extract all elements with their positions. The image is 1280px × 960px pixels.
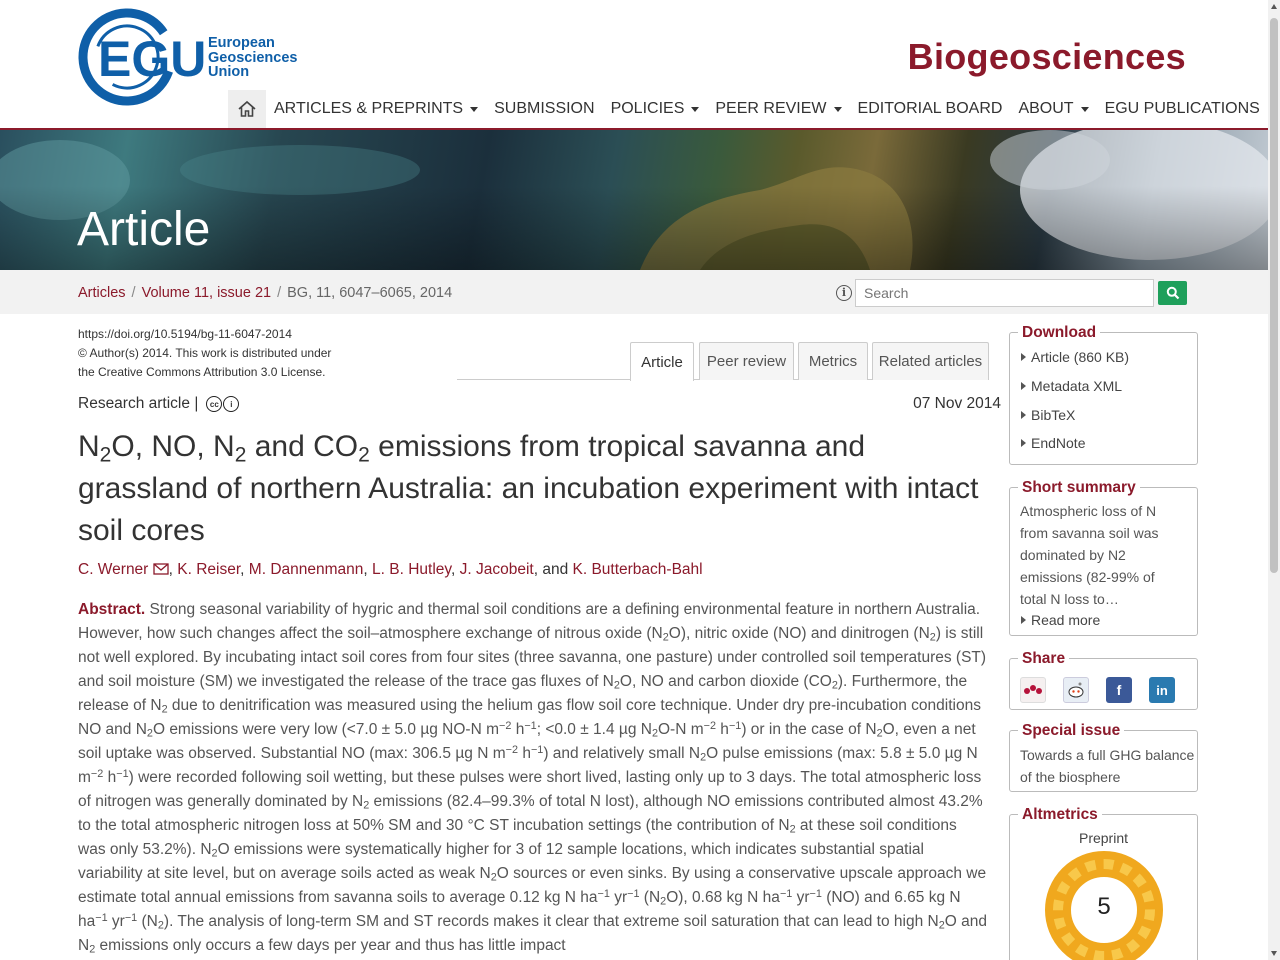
home-button[interactable] — [228, 90, 266, 128]
article-type: Research article | cc i — [78, 395, 240, 413]
caret-down-icon — [470, 106, 479, 112]
altmetric-score: 5 — [1097, 893, 1111, 920]
article-title: N2O, NO, N2 and CO2 emissions from tropi… — [78, 430, 979, 547]
caret-down-icon — [833, 106, 842, 112]
short-summary-heading: Short summary — [1018, 479, 1140, 497]
author-link[interactable]: K. Reiser — [177, 561, 240, 578]
tab-related-articles[interactable]: Related articles — [872, 342, 989, 380]
egu-logo-text: European Geosciences Union — [208, 35, 298, 80]
download-metadata-xml-link[interactable]: Metadata XML — [1021, 378, 1122, 394]
scroll-up-arrow-icon[interactable] — [1271, 4, 1277, 9]
read-more-link[interactable]: Read more — [1021, 612, 1100, 628]
author-link[interactable]: K. Butterbach-Bahl — [573, 561, 703, 578]
download-endnote-link[interactable]: EndNote — [1021, 435, 1085, 451]
main-nav: ARTICLES & PREPRINTS SUBMISSION POLICIES… — [228, 90, 1280, 128]
altmetrics-label: Preprint — [1078, 830, 1129, 846]
article-meta: https://doi.org/10.5194/bg-11-6047-2014 … — [78, 325, 331, 382]
license-text[interactable]: the Creative Commons Attribution 3.0 Lic… — [78, 363, 331, 382]
cc-license-icon[interactable]: cc i — [206, 396, 240, 412]
abstract: Abstract. Strong seasonal variability of… — [78, 601, 987, 956]
scroll-down-arrow-icon[interactable] — [1271, 951, 1277, 956]
home-icon — [238, 100, 256, 117]
search-button[interactable] — [1158, 281, 1187, 305]
special-issue-box: Special issue Towards a full GHG balance… — [1009, 722, 1198, 792]
nav-submission[interactable]: SUBMISSION — [486, 100, 602, 118]
caret-down-icon — [691, 106, 700, 112]
author-list: C. Werner , K. Reiser, M. Dannenmann, L.… — [78, 561, 703, 578]
nav-egu-publications[interactable]: EGU PUBLICATIONS — [1097, 100, 1268, 118]
search-input[interactable] — [855, 279, 1154, 307]
caret-down-icon — [1080, 106, 1089, 112]
linkedin-share-icon[interactable]: in — [1149, 677, 1175, 703]
download-box: Download Article (860 KB) Metadata XML B… — [1009, 324, 1198, 465]
short-summary-text: Atmospheric loss of N from savanna soil … — [1020, 503, 1159, 607]
publication-date: 07 Nov 2014 — [913, 395, 1001, 412]
special-issue-heading: Special issue — [1018, 722, 1125, 740]
author-link[interactable]: J. Jacobeit — [460, 561, 534, 578]
nav-policies[interactable]: POLICIES — [603, 100, 708, 118]
altmetrics-heading: Altmetrics — [1018, 806, 1102, 824]
download-heading: Download — [1018, 324, 1101, 342]
breadcrumb-current: BG, 11, 6047–6065, 2014 — [287, 285, 453, 301]
nav-peer-review[interactable]: PEER REVIEW — [707, 100, 849, 118]
share-box: Share f in — [1009, 650, 1198, 710]
email-icon[interactable] — [153, 563, 169, 575]
abstract-label: Abstract. — [78, 601, 146, 618]
short-summary-box: Short summary Atmospheric loss of N from… — [1009, 479, 1198, 636]
tab-article[interactable]: Article — [630, 342, 694, 381]
banner-title: Article — [77, 203, 211, 256]
breadcrumb-articles[interactable]: Articles — [78, 285, 126, 301]
article-tabs: Article Peer review Metrics Related arti… — [457, 342, 989, 381]
author-link[interactable]: L. B. Hutley — [372, 561, 451, 578]
breadcrumb-volume[interactable]: Volume 11, issue 21 — [142, 285, 272, 301]
copyright-text: © Author(s) 2014. This work is distribut… — [78, 346, 332, 360]
tab-metrics[interactable]: Metrics — [798, 342, 868, 380]
nav-articles-preprints[interactable]: ARTICLES & PREPRINTS — [266, 100, 486, 118]
facebook-share-icon[interactable]: f — [1106, 677, 1132, 703]
doi-link[interactable]: https://doi.org/10.5194/bg-11-6047-2014 — [78, 325, 331, 344]
share-heading: Share — [1018, 650, 1070, 668]
scrollbar-thumb[interactable] — [1270, 18, 1278, 573]
nav-editorial-board[interactable]: EDITORIAL BOARD — [850, 100, 1011, 118]
author-link[interactable]: C. Werner — [78, 561, 148, 578]
breadcrumb: Articles / Volume 11, issue 21/BG, 11, 604… — [78, 285, 453, 301]
altmetrics-box: Altmetrics Preprint 5 — [1009, 806, 1198, 960]
special-issue-link[interactable]: Towards a full GHG balance of the biosph… — [1020, 744, 1195, 788]
egu-logo-icon: EGU — [78, 8, 206, 106]
site-header: EGU European Geosciences Union Biogeosci… — [0, 0, 1280, 130]
tab-peer-review[interactable]: Peer review — [699, 342, 794, 380]
mendeley-share-icon[interactable] — [1020, 677, 1046, 703]
author-link[interactable]: M. Dannenmann — [249, 561, 364, 578]
download-article-link[interactable]: Article (860 KB) — [1021, 349, 1129, 365]
reddit-share-icon[interactable] — [1063, 677, 1089, 703]
download-bibtex-link[interactable]: BibTeX — [1021, 407, 1075, 423]
article-banner: Article — [0, 130, 1268, 270]
nav-about[interactable]: ABOUT — [1010, 100, 1096, 118]
info-icon[interactable]: i — [836, 285, 852, 301]
search-icon — [1166, 286, 1179, 300]
svg-text:EGU: EGU — [98, 31, 206, 87]
journal-title[interactable]: Biogeosciences — [908, 36, 1186, 78]
page-scrollbar[interactable] — [1268, 0, 1280, 960]
altmetric-donut[interactable]: 5 — [1043, 849, 1165, 960]
